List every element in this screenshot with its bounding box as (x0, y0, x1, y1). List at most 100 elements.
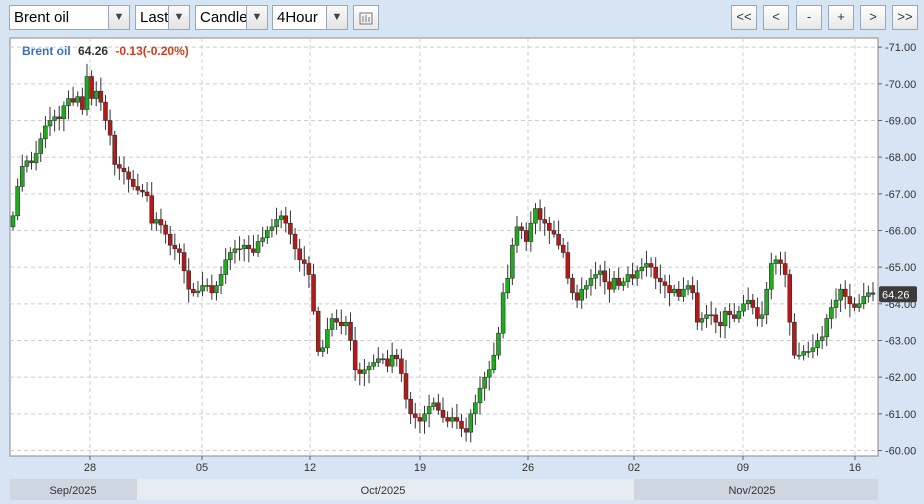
candle-body (431, 402, 437, 407)
candle-body (357, 369, 363, 374)
candle-body (103, 101, 108, 121)
candle-body (288, 222, 293, 235)
legend-last-price: 64.26 (78, 44, 108, 58)
candle-body (560, 244, 566, 253)
candle-body (810, 347, 816, 352)
candle-body (755, 307, 760, 319)
candle-body (778, 259, 783, 264)
price-chart[interactable]: -71.00 -70.00 -69.00 -68.00 -67.00 -66.00 -65.… (0, 0, 924, 504)
candle-body (708, 314, 714, 317)
candle-body (722, 310, 728, 327)
candle-body (745, 299, 751, 305)
candle-body (389, 354, 395, 367)
y-tick-label: -62.00 (885, 372, 916, 384)
candle-body (801, 351, 806, 356)
candle-body (505, 277, 510, 294)
candle-body (186, 270, 191, 290)
candle-body (292, 233, 298, 250)
candle-body (15, 186, 20, 217)
candle-body (362, 369, 367, 374)
candle-body (653, 266, 658, 279)
candle-body (422, 413, 427, 422)
candle-body (214, 285, 219, 294)
candle-body (223, 259, 228, 275)
candle-body (833, 299, 839, 308)
candle-body (750, 299, 756, 308)
candle-body (759, 314, 765, 319)
candle-body (514, 226, 520, 246)
candle-body (523, 230, 529, 242)
candle-body (376, 358, 381, 363)
candle-body (403, 373, 409, 400)
y-tick-label: -65.00 (885, 262, 916, 274)
candle-body (482, 376, 487, 389)
candle-body (260, 237, 265, 242)
candle-body (519, 226, 524, 231)
candle-body (685, 285, 691, 290)
candle-body (417, 417, 423, 422)
candle-body (463, 428, 469, 433)
candle-body (394, 354, 400, 360)
candle-body (861, 296, 867, 305)
candle-body (611, 277, 617, 290)
candle-body (89, 76, 94, 99)
candle-body (597, 270, 603, 275)
last-price-label: 64.26 (882, 289, 910, 301)
candle-body (329, 318, 335, 330)
candle-body (19, 166, 25, 187)
candle-body (352, 340, 358, 371)
candle-body (121, 167, 127, 173)
x-tick-label: 28 (84, 462, 96, 474)
candle-body (796, 354, 802, 357)
candle-body (732, 314, 737, 319)
candle-body (486, 369, 492, 378)
candle-body (426, 406, 432, 415)
legend-change: -0.13(-0.20%) (115, 44, 188, 58)
candle-body (690, 285, 695, 294)
candle-body (764, 288, 769, 316)
candle-body (616, 277, 621, 286)
candle-body (667, 285, 672, 294)
candle-body (741, 303, 746, 312)
candle-body (232, 248, 238, 253)
legend: Brent oil 64.26 -0.13(-0.20%) (22, 44, 189, 58)
candle-body (584, 285, 589, 290)
candle-body (56, 116, 62, 119)
x-tick-label: 09 (737, 462, 749, 474)
y-tick-label: -60.00 (885, 446, 916, 458)
candle-body (177, 248, 182, 253)
candle-body (413, 413, 418, 418)
candle-body (126, 171, 131, 180)
candle-body (98, 90, 104, 103)
candle-body (602, 270, 608, 283)
candle-body (75, 96, 80, 103)
candle-body (630, 274, 635, 279)
candle-body (10, 215, 16, 228)
x-tick-label: 12 (304, 462, 316, 474)
candle-body (459, 420, 464, 429)
candle-body (736, 310, 742, 319)
month-label: Sep/2025 (49, 485, 96, 497)
candle-body (787, 274, 793, 323)
candle-body (246, 244, 252, 250)
candle-body (477, 387, 483, 404)
candle-body (634, 270, 640, 279)
candle-body (311, 274, 316, 312)
candle-body (856, 303, 862, 308)
y-axis: -71.00 -70.00 -69.00 -68.00 -67.00 -66.00 -65.… (878, 42, 916, 458)
candle-body (662, 281, 668, 286)
candle-body (819, 336, 825, 341)
y-tick-label: -68.00 (885, 152, 916, 164)
candle-body (269, 226, 275, 231)
candle-body (838, 288, 843, 301)
candle-body (130, 178, 136, 187)
candle-body (542, 219, 547, 224)
candle-body (204, 285, 210, 287)
candle-body (500, 292, 506, 334)
candle-body (339, 321, 344, 327)
candle-body (713, 314, 719, 323)
candle-body (255, 241, 261, 253)
candle-body (70, 98, 76, 103)
candle-body (385, 358, 390, 367)
candle-body (468, 413, 473, 433)
